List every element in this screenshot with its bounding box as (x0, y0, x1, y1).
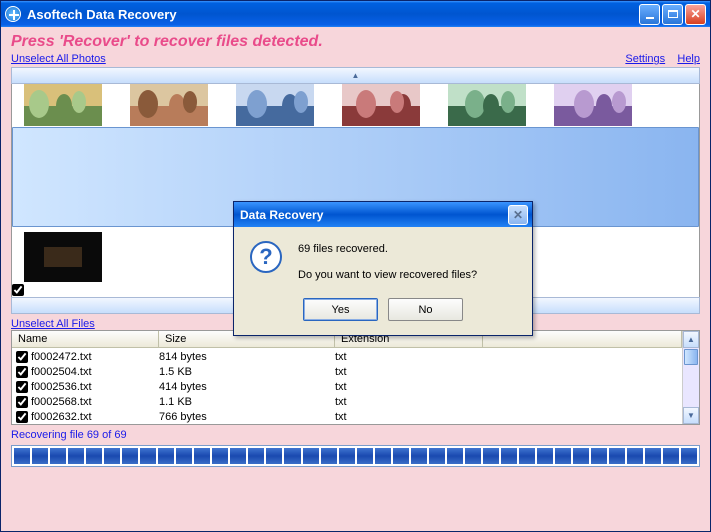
photo-checkbox[interactable] (12, 284, 24, 296)
file-size: 814 bytes (159, 351, 335, 363)
help-link[interactable]: Help (677, 53, 700, 65)
file-checkbox[interactable] (16, 396, 28, 408)
file-scrollbar[interactable]: ▲ ▼ (682, 331, 699, 424)
unselect-all-photos-link[interactable]: Unselect All Photos (11, 53, 106, 65)
dialog-line1: 69 files recovered. (298, 241, 477, 259)
file-size: 1.5 KB (159, 366, 335, 378)
window-title: Asoftech Data Recovery (27, 7, 639, 22)
file-checkbox[interactable] (16, 411, 28, 423)
titlebar: Asoftech Data Recovery ✕ (1, 1, 710, 27)
file-name: f0002472.txt (31, 351, 92, 363)
file-ext: txt (335, 351, 483, 363)
progress-bar (11, 445, 700, 467)
instruction-text: Press 'Recover' to recover files detecte… (11, 33, 700, 51)
main-window: Asoftech Data Recovery ✕ Press 'Recover'… (0, 0, 711, 532)
maximize-button[interactable] (662, 4, 683, 25)
unselect-all-files-link[interactable]: Unselect All Files (11, 318, 95, 330)
yes-button[interactable]: Yes (303, 298, 378, 321)
photo-item[interactable] (24, 232, 102, 282)
no-button[interactable]: No (388, 298, 463, 321)
file-ext: txt (335, 381, 483, 393)
table-row[interactable]: f0002472.txt 814 bytestxt (12, 349, 699, 364)
file-size: 766 bytes (159, 411, 335, 423)
file-checkbox[interactable] (16, 381, 28, 393)
recovery-dialog: Data Recovery ✕ ? 69 files recovered. Do… (233, 201, 533, 336)
app-icon (5, 6, 21, 22)
file-name: f0002568.txt (31, 396, 92, 408)
status-text: Recovering file 69 of 69 (11, 429, 700, 441)
file-size: 414 bytes (159, 381, 335, 393)
table-row[interactable]: f0002568.txt 1.1 KBtxt (12, 394, 699, 409)
file-ext: txt (335, 366, 483, 378)
file-checkbox[interactable] (16, 366, 28, 378)
file-size: 1.1 KB (159, 396, 335, 408)
file-name: f0002632.txt (31, 411, 92, 423)
file-name: f0002536.txt (31, 381, 92, 393)
file-checkbox[interactable] (16, 351, 28, 363)
file-ext: txt (335, 396, 483, 408)
table-row[interactable]: f0002632.txt 766 bytestxt (12, 409, 699, 424)
dialog-line2: Do you want to view recovered files? (298, 267, 477, 285)
table-row[interactable]: f0002536.txt 414 bytestxt (12, 379, 699, 394)
dialog-close-button[interactable]: ✕ (508, 205, 528, 225)
dialog-title: Data Recovery (238, 208, 508, 222)
minimize-button[interactable] (639, 4, 660, 25)
question-icon: ? (250, 241, 282, 273)
file-table: Name Size Extension f0002472.txt814 byte… (11, 330, 700, 425)
table-row[interactable]: f0002504.txt 1.5 KBtxt (12, 364, 699, 379)
file-name: f0002504.txt (31, 366, 92, 378)
settings-link[interactable]: Settings (625, 53, 665, 65)
file-ext: txt (335, 411, 483, 423)
close-button[interactable]: ✕ (685, 4, 706, 25)
col-name[interactable]: Name (12, 331, 159, 347)
